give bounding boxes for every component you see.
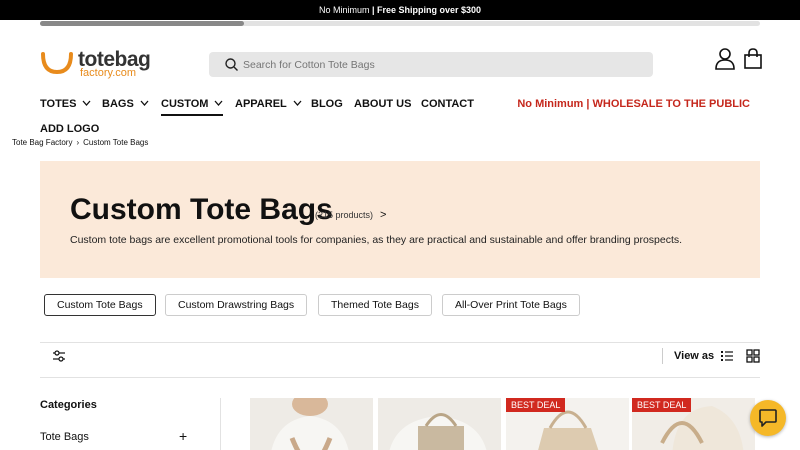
chip-custom-tote-bags[interactable]: Custom Tote Bags: [44, 294, 156, 316]
shopping-bag-icon[interactable]: [743, 48, 763, 70]
announcement-normal: No Minimum: [318, 5, 370, 15]
chip-themed-tote-bags[interactable]: Themed Tote Bags: [318, 294, 432, 316]
logo-sub: factory.com: [80, 67, 137, 79]
filter-sliders-icon[interactable]: [52, 349, 66, 363]
chevron-down-icon: [293, 100, 302, 106]
nav-item-add-logo[interactable]: ADD LOGO: [40, 123, 99, 135]
search-input[interactable]: [243, 52, 643, 77]
chat-bubble-icon: [759, 409, 777, 427]
carousel-scrollbar-thumb[interactable]: [40, 21, 244, 26]
categories-heading: Categories: [40, 399, 97, 411]
smile-logo-icon: [41, 52, 73, 74]
search-bar[interactable]: [209, 52, 653, 77]
product-card[interactable]: BEST DEAL: [632, 398, 755, 450]
nav-item-about[interactable]: ABOUT US: [354, 98, 411, 110]
hero-arrow[interactable]: >: [380, 209, 386, 221]
product-count: (215 products): [315, 210, 374, 220]
nav-item-custom[interactable]: CUSTOM: [161, 98, 224, 116]
nav-item-totes[interactable]: TOTES: [40, 98, 91, 110]
product-card[interactable]: BEST DEAL: [506, 398, 629, 450]
plus-icon[interactable]: +: [179, 428, 187, 444]
breadcrumb-current: Custom Tote Bags: [83, 138, 149, 147]
site-logo[interactable]: totebag factory.com: [40, 48, 165, 80]
user-icon[interactable]: [715, 48, 735, 70]
promo-link[interactable]: No Minimum | WHOLESALE TO THE PUBLIC: [517, 98, 750, 110]
view-as-label: View as: [674, 350, 715, 362]
breadcrumb-home[interactable]: Tote Bag Factory: [12, 138, 72, 147]
breadcrumb: Tote Bag Factory › Custom Tote Bags: [12, 138, 148, 147]
best-deal-badge: BEST DEAL: [632, 398, 692, 412]
product-card[interactable]: [250, 398, 373, 450]
chip-all-over-print-tote-bags[interactable]: All-Over Print Tote Bags: [442, 294, 580, 316]
search-icon[interactable]: [225, 58, 238, 71]
chat-widget-button[interactable]: [750, 400, 786, 436]
collection-hero: Custom Tote Bags (215 products) > Custom…: [40, 161, 760, 278]
nav-item-blog[interactable]: BLOG: [311, 98, 343, 110]
sidebar-divider: [220, 398, 221, 450]
listing-toolbar: View as: [40, 342, 760, 378]
page-title: Custom Tote Bags: [70, 193, 333, 226]
toolbar-divider: [662, 348, 663, 364]
chevron-right-icon: ›: [76, 138, 80, 147]
nav-item-contact[interactable]: CONTACT: [421, 98, 474, 110]
chevron-down-icon: [140, 100, 149, 106]
collection-description: Custom tote bags are excellent promotion…: [70, 234, 683, 246]
nav-item-bags[interactable]: BAGS: [102, 98, 149, 110]
product-image: [250, 398, 373, 450]
announcement-bold: | Free Shipping over $300: [371, 5, 482, 15]
grid-view-icon[interactable]: [746, 349, 760, 363]
chip-custom-drawstring-bags[interactable]: Custom Drawstring Bags: [165, 294, 308, 316]
chevron-down-icon: [82, 100, 91, 106]
nav-item-apparel[interactable]: APPAREL: [235, 98, 302, 110]
product-image: [378, 398, 501, 450]
best-deal-badge: BEST DEAL: [506, 398, 566, 412]
chevron-down-icon: [214, 100, 223, 106]
list-view-icon[interactable]: [720, 349, 734, 363]
announcement-bar: No Minimum | Free Shipping over $300: [0, 0, 800, 20]
category-item-tote-bags[interactable]: Tote Bags: [40, 431, 89, 443]
product-card[interactable]: [378, 398, 501, 450]
